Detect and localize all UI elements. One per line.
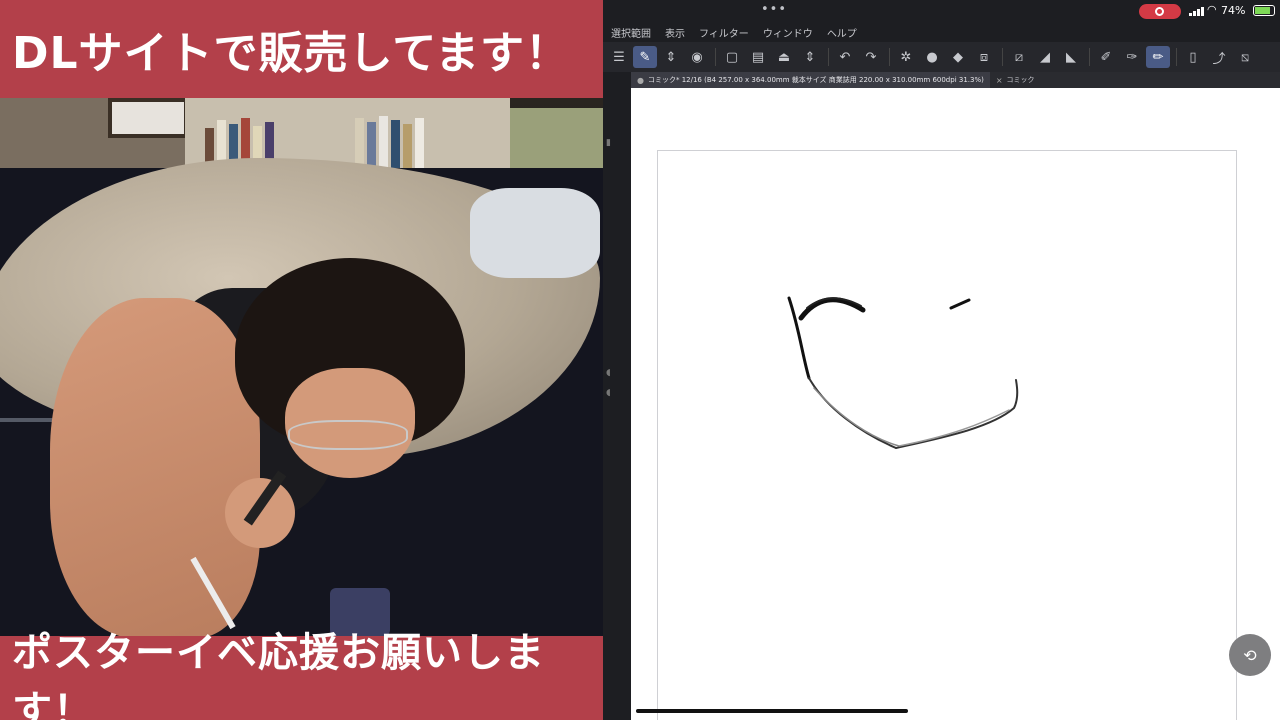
phone-icon[interactable]: ▯ <box>1181 46 1205 68</box>
updown-icon[interactable]: ⇕ <box>798 46 822 68</box>
glasses <box>288 420 408 450</box>
pencil-icon[interactable]: ✏ <box>1146 46 1170 68</box>
person-arm <box>50 298 260 636</box>
open-icon[interactable]: ▤ <box>746 46 770 68</box>
toolbar-divider <box>1089 48 1090 66</box>
circle-icon[interactable]: ● <box>920 46 944 68</box>
menu-filter[interactable]: フィルター <box>699 25 749 40</box>
layer-icon[interactable]: ⧄ <box>1007 46 1031 68</box>
menu-help[interactable]: ヘルプ <box>827 25 857 40</box>
wifi-icon: ◠ <box>1207 3 1217 16</box>
undo-icon[interactable]: ↶ <box>833 46 857 68</box>
menu-bar: 選択範囲 表示 フィルター ウィンドウ ヘルプ <box>603 22 1280 42</box>
save-icon[interactable]: ⏏ <box>772 46 796 68</box>
drawing-app: ••• ◠ 74% 選択範囲 表示 フィルター ウィンドウ ヘルプ ☰ ✎ ⇕ … <box>603 0 1280 720</box>
eye-icon[interactable]: ◉ <box>685 46 709 68</box>
status-bar: ••• ◠ 74% <box>603 0 1280 22</box>
rotate-icon[interactable]: ⟲ <box>1229 634 1271 676</box>
toolbar-divider <box>889 48 890 66</box>
toolbar-divider <box>1176 48 1177 66</box>
stream-panel: DLサイトで販売してます！ ポスターイベ応援お願いします！ <box>0 0 603 720</box>
left-sidebar: ▮ ◖ ◖ <box>603 88 631 720</box>
close-icon[interactable]: ● <box>637 76 644 85</box>
tab-label: コミック* 12/16 (B4 257.00 x 364.00mm 裁本サイズ … <box>647 76 984 84</box>
sketch-strokes <box>787 296 1019 449</box>
panel-handle-icon[interactable]: ▮ <box>606 138 614 150</box>
menu-icon[interactable]: ☰ <box>607 46 631 68</box>
menu-window[interactable]: ウィンドウ <box>763 25 813 40</box>
settings-icon[interactable]: ✲ <box>894 46 918 68</box>
menu-view[interactable]: 表示 <box>665 25 685 40</box>
bottom-banner: ポスターイベ応援お願いします！ <box>0 630 603 720</box>
edit-icon[interactable]: ✎ <box>633 46 657 68</box>
toolbar-divider <box>828 48 829 66</box>
canvas[interactable]: ⟲ <box>631 88 1280 720</box>
shape-icon[interactable]: ◣ <box>1059 46 1083 68</box>
brush-icon[interactable]: ✑ <box>1120 46 1144 68</box>
new-icon[interactable]: ▢ <box>720 46 744 68</box>
cell-signal-icon <box>1189 6 1204 16</box>
home-indicator[interactable] <box>636 709 908 713</box>
close-icon[interactable]: × <box>996 76 1003 85</box>
redo-icon[interactable]: ↷ <box>859 46 883 68</box>
tab-comic-active[interactable]: ● コミック* 12/16 (B4 257.00 x 364.00mm 裁本サイ… <box>631 72 990 88</box>
pillow <box>470 188 600 278</box>
battery-percent: 74% <box>1221 4 1246 17</box>
ruler-icon[interactable]: ◢ <box>1033 46 1057 68</box>
picture-frame <box>108 98 188 138</box>
tab-comic[interactable]: × コミック <box>990 72 1041 88</box>
transform-icon[interactable]: ⧈ <box>972 46 996 68</box>
toolbar-divider <box>1002 48 1003 66</box>
toolbar: ☰ ✎ ⇕ ◉ ▢ ▤ ⏏ ⇕ ↶ ↷ ✲ ● ◆ ⧈ ⧄ ◢ ◣ ✐ ✑ ✏ … <box>603 42 1280 72</box>
toolbar-divider <box>715 48 716 66</box>
tab-label: コミック <box>1006 76 1035 84</box>
panel-handle-icon[interactable]: ◖ <box>606 388 614 400</box>
split-icon[interactable]: ⇕ <box>659 46 683 68</box>
menu-selection[interactable]: 選択範囲 <box>611 25 651 40</box>
multitask-dots-icon[interactable]: ••• <box>761 2 787 17</box>
panel-handle-icon[interactable]: ◖ <box>606 368 614 380</box>
pen-icon[interactable]: ✐ <box>1094 46 1118 68</box>
document-tabs: ● コミック* 12/16 (B4 257.00 x 364.00mm 裁本サイ… <box>631 72 1280 88</box>
record-icon[interactable] <box>1139 4 1181 19</box>
bookshelf <box>185 98 510 168</box>
webcam-feed <box>0 98 603 636</box>
crop-icon[interactable]: ⧅ <box>1233 46 1257 68</box>
battery-icon <box>1253 5 1275 16</box>
fill-icon[interactable]: ◆ <box>946 46 970 68</box>
top-banner: DLサイトで販売してます！ <box>0 0 603 98</box>
export-icon[interactable]: ⤴ <box>1207 46 1231 68</box>
